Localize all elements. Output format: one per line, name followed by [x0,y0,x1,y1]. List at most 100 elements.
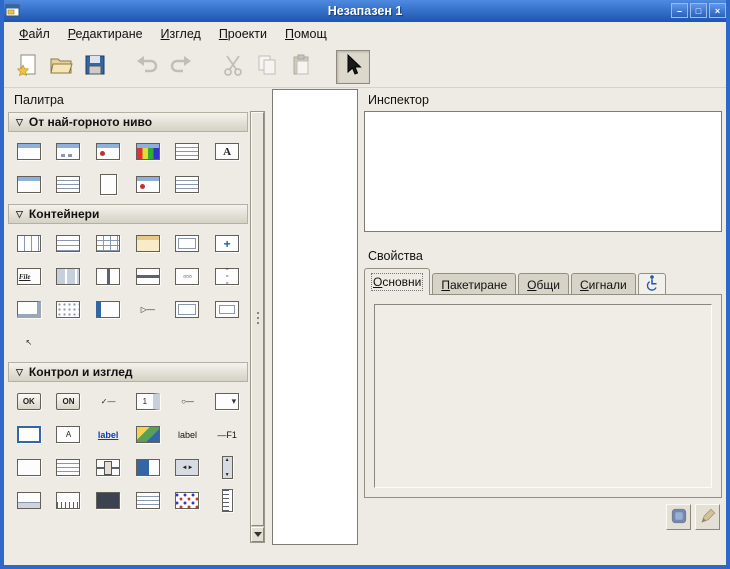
palette-item-drawing-area[interactable] [88,487,128,514]
info-button[interactable] [666,504,691,530]
edit-button[interactable] [695,504,720,530]
hpaned-icon [136,268,160,285]
tab-common[interactable]: Общи [518,273,569,295]
copy-button[interactable] [250,50,284,84]
palette-item-assistant[interactable] [168,171,208,198]
palette-item-hscale[interactable] [88,454,128,481]
close-button[interactable]: × [709,3,726,18]
palette-grid: OKON ✓— 1○—▾ Alabel label —F1 ◄► [8,383,248,519]
palette-item-toggle-button[interactable]: ON [49,388,89,415]
palette-item-viewport[interactable]: + [207,230,247,257]
save-button[interactable] [78,50,112,84]
tab-general[interactable]: Основни [364,268,430,295]
accel-label-icon: —F1 [215,426,239,443]
palette-item-radio-button[interactable]: ○— [168,388,208,415]
redo-button[interactable] [164,50,198,84]
palette-section-header-0[interactable]: ▽От най-горното ниво [8,112,248,132]
menu-view[interactable]: Изглед [152,24,210,44]
copy-icon [255,53,279,80]
palette-item-image[interactable] [128,421,168,448]
hbutton-box-icon: ▫▫▫ [175,268,199,285]
palette-item-vpaned[interactable] [88,263,128,290]
palette-item-font-selection-dialog[interactable]: A [207,138,247,165]
open-button[interactable] [44,50,78,84]
palette-item-text-view[interactable] [49,454,89,481]
palette-item-hbutton-box[interactable]: ▫▫▫ [168,263,208,290]
palette-item-link-button[interactable]: label [88,421,128,448]
palette-item-file-chooser-dialog[interactable] [49,171,89,198]
palette-item-notebook[interactable] [128,230,168,257]
palette-item-aspect-frame[interactable] [207,296,247,323]
menu-file[interactable]: Файл [10,24,59,44]
palette-item-vbox[interactable] [49,230,89,257]
palette-item-combo-box-entry[interactable]: A [49,421,89,448]
titlebar[interactable]: Незапазен 1 – □ × [0,0,730,22]
palette-item-event-box[interactable] [168,296,208,323]
menu-projects[interactable]: Проекти [210,24,276,44]
new-button[interactable] [10,50,44,84]
palette-item-dialog[interactable] [49,138,89,165]
palette-item-accel-label[interactable]: —F1 [207,421,247,448]
palette-item-handle-box[interactable] [88,296,128,323]
tab-signals[interactable]: Сигнали [571,273,636,295]
palette-item-toolbar[interactable] [49,263,89,290]
progress-bar-icon [136,459,160,476]
maximize-button[interactable]: □ [690,3,707,18]
cut-button[interactable] [216,50,250,84]
palette-section-header-2[interactable]: ▽Контрол и изглед [8,362,248,382]
palette-item-color-selection-dialog[interactable] [128,138,168,165]
palette-item-window[interactable] [9,138,49,165]
tab-packing[interactable]: Пакетиране [432,273,516,295]
palette-item-combo-box[interactable]: ▾ [207,388,247,415]
window-title: Незапазен 1 [328,4,403,18]
scrollbar-grip-icon [257,312,259,326]
palette-item-vscrollbar[interactable] [207,454,247,481]
palette-item-icon-view[interactable] [168,487,208,514]
palette-item-entry[interactable] [9,421,49,448]
palette-item-about-dialog[interactable] [88,171,128,198]
palette-item-alignment[interactable]: ↖ [9,329,49,356]
save-floppy-icon [83,53,107,80]
palette-item-input-dialog[interactable] [9,171,49,198]
paste-button[interactable] [284,50,318,84]
menubar: Файл Редактиране Изглед Проекти Помощ [4,22,726,46]
palette-item-menubar[interactable]: File [9,263,49,290]
palette-item-text-entry[interactable] [9,454,49,481]
palette-scrollbar[interactable] [250,111,265,543]
palette-item-statusbar[interactable] [9,487,49,514]
workspace[interactable] [272,89,358,545]
palette-section-header-1[interactable]: ▽Контейнери [8,204,248,224]
palette-item-scrolled-window[interactable] [9,296,49,323]
palette-item-button[interactable]: OK [9,388,49,415]
tab-accessibility[interactable] [638,273,666,295]
palette-item-expander[interactable]: ▷— [128,296,168,323]
undo-button[interactable] [130,50,164,84]
palette-item-hscrollbar[interactable]: ◄► [168,454,208,481]
palette-item-label[interactable]: label [168,421,208,448]
palette-item-hruler[interactable] [49,487,89,514]
palette-item-vruler[interactable] [207,487,247,514]
palette-item-spin-button[interactable]: 1 [128,388,168,415]
scrollbar-down-button[interactable] [251,527,264,542]
palette-item-hpaned[interactable] [128,263,168,290]
palette-item-file-selection-dialog[interactable] [168,138,208,165]
palette-item-layout[interactable] [49,296,89,323]
hbox-icon [17,235,41,252]
minimize-button[interactable]: – [671,3,688,18]
palette-item-progress-bar[interactable] [128,454,168,481]
palette-item-recent-chooser-dialog[interactable] [128,171,168,198]
palette-item-message-dialog[interactable] [88,138,128,165]
menu-edit[interactable]: Редактиране [59,24,152,44]
scrollbar-thumb[interactable] [251,112,264,526]
check-button-icon: ✓— [96,393,120,410]
pointer-button[interactable] [336,50,370,84]
palette-item-hbox[interactable] [9,230,49,257]
palette-item-tree-view[interactable] [128,487,168,514]
palette-item-frame[interactable] [168,230,208,257]
palette-item-check-button[interactable]: ✓— [88,388,128,415]
menu-help[interactable]: Помощ [276,24,336,44]
inspector-panel[interactable] [364,111,722,232]
palette-item-vbutton-box[interactable]: ▫▫▫ [207,263,247,290]
tab-packing-label: Пакетиране [441,278,507,292]
palette-item-table[interactable] [88,230,128,257]
